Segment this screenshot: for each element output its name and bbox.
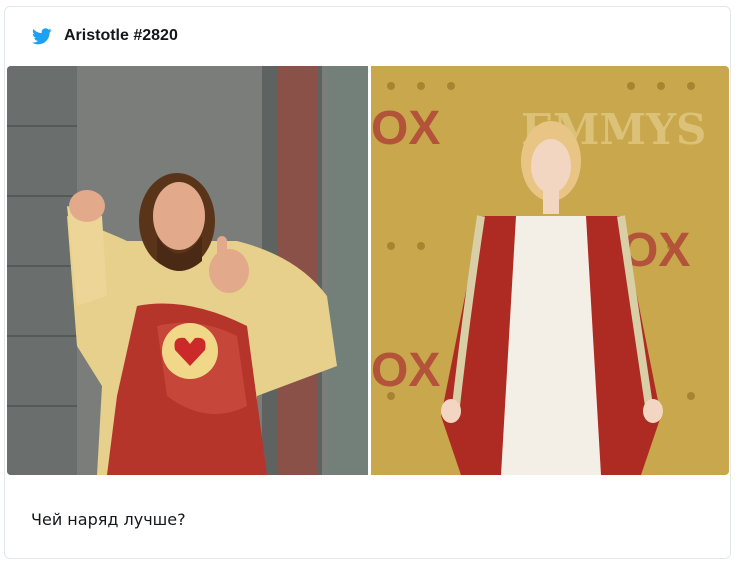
tweet-media[interactable]: EMMYS OX OX OX	[7, 66, 729, 475]
twitter-bird-icon[interactable]	[32, 28, 52, 45]
tweet-header: Aristotle #2820	[5, 7, 730, 65]
red-carpet-photo[interactable]: EMMYS OX OX OX	[371, 66, 729, 475]
tweet-card: Aristotle #2820 EMMYS OX OX OX Чей наряд…	[4, 6, 731, 559]
statue-photo[interactable]	[7, 66, 368, 475]
tweet-text: Чей наряд лучше?	[31, 510, 186, 529]
svg-text:OX: OX	[371, 102, 440, 155]
author-handle[interactable]: Aristotle #2820	[64, 27, 178, 45]
svg-text:OX: OX	[371, 344, 440, 397]
